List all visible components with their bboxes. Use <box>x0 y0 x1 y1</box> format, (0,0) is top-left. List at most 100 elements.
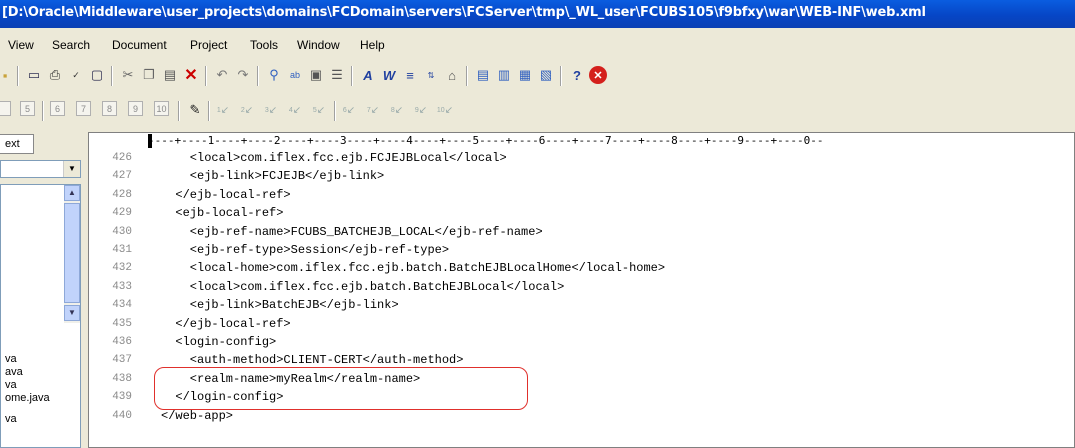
cut-icon[interactable]: ✂ <box>119 66 137 84</box>
number-button-7[interactable]: 7 <box>76 101 91 116</box>
number-button-9[interactable]: 9 <box>128 101 143 116</box>
line-number: 432 <box>112 262 132 275</box>
number-button-10[interactable]: 10 <box>154 101 169 116</box>
line-number: 440 <box>112 409 132 422</box>
code-line[interactable]: <auth-method>CLIENT-CERT</auth-method> <box>161 353 464 367</box>
main-toolbar: ▪ ▭ ⎙ ✓ ▢ ✂ ❐ ▤ ✕ ↶ ↷ ⚲ ab ▣ ☰ A W ≡ ⇅ ⌂… <box>0 60 1075 92</box>
spellcheck-icon[interactable]: ✓ <box>67 66 85 84</box>
close-icon[interactable]: ✕ <box>589 66 607 84</box>
column-ruler: ----+----1----+----2----+----3----+----4… <box>148 134 824 147</box>
marker-button-1[interactable]: 1 ↙ <box>214 101 232 119</box>
number-button[interactable] <box>0 101 11 116</box>
view2-icon[interactable]: ▥ <box>495 66 513 84</box>
print-preview-icon[interactable]: ▭ <box>25 66 43 84</box>
file-list[interactable]: ▲ ▼ va ava va ome.java va <box>0 184 81 448</box>
font-icon[interactable]: A <box>359 66 377 84</box>
marker-tool-icon[interactable]: ✎ <box>186 101 204 119</box>
menu-view[interactable]: View <box>8 38 34 52</box>
view4-icon[interactable]: ▧ <box>537 66 555 84</box>
menu-help[interactable]: Help <box>360 38 385 52</box>
code-line[interactable]: <ejb-link>BatchEJB</ejb-link> <box>161 298 399 312</box>
scroll-down-icon[interactable]: ▼ <box>64 305 80 321</box>
line-number: 433 <box>112 280 132 293</box>
marker-label: 5 <box>312 106 317 114</box>
marker-label: 10 <box>436 106 445 114</box>
menu-window[interactable]: Window <box>297 38 340 52</box>
scrollbar[interactable]: ▲ ▼ <box>64 185 80 323</box>
indent-icon[interactable]: ☰ <box>328 66 346 84</box>
chevron-down-icon[interactable]: ▼ <box>63 161 80 177</box>
line-number: 435 <box>112 317 132 330</box>
marker-label: 9 <box>414 106 419 114</box>
properties-icon[interactable]: ⌂ <box>443 66 461 84</box>
number-button-8[interactable]: 8 <box>102 101 117 116</box>
code-line[interactable]: </ejb-local-ref> <box>161 188 290 202</box>
menu-document[interactable]: Document <box>112 38 167 52</box>
menu-bar: View Search Document Project Tools Windo… <box>0 28 1075 60</box>
marker-button-2[interactable]: 2 ↙ <box>238 101 256 119</box>
marker-button-3[interactable]: 3 ↙ <box>262 101 280 119</box>
paste-icon[interactable]: ▤ <box>161 66 179 84</box>
list-item[interactable]: va <box>5 413 17 425</box>
marker-button-6[interactable]: 6 ↙ <box>340 101 358 119</box>
menu-tools[interactable]: Tools <box>250 38 278 52</box>
list-item[interactable]: ome.java <box>5 392 50 404</box>
ruler-cursor <box>148 134 152 148</box>
number-button-6[interactable]: 6 <box>50 101 65 116</box>
undo-icon[interactable]: ↶ <box>213 66 231 84</box>
menu-project[interactable]: Project <box>190 38 227 52</box>
file-browser-panel: ext ▼ ▲ ▼ va ava va ome.java va <box>0 132 84 448</box>
copy-icon[interactable]: ❐ <box>140 66 158 84</box>
code-line[interactable]: <local>com.iflex.fcc.ejb.FCJEJBLocal</lo… <box>161 151 507 165</box>
folder-icon[interactable]: ▪ <box>0 66 14 84</box>
marker-button-8[interactable]: 8 ↙ <box>388 101 406 119</box>
marker-button-9[interactable]: 9 ↙ <box>412 101 430 119</box>
code-line[interactable]: <local-home>com.iflex.fcc.ejb.batch.Batc… <box>161 261 665 275</box>
sort-icon[interactable]: ⇅ <box>422 66 440 84</box>
goto-icon[interactable]: ▣ <box>307 66 325 84</box>
marker-button-4[interactable]: 4 ↙ <box>286 101 304 119</box>
redo-icon[interactable]: ↷ <box>234 66 252 84</box>
find-icon[interactable]: ⚲ <box>265 66 283 84</box>
marker-button-5[interactable]: 5 ↙ <box>310 101 328 119</box>
marker-label: 8 <box>390 106 395 114</box>
menu-search[interactable]: Search <box>52 38 90 52</box>
code-line[interactable]: <ejb-local-ref> <box>161 206 283 220</box>
delete-icon[interactable]: ✕ <box>182 66 200 84</box>
line-number: 427 <box>112 170 132 183</box>
secondary-toolbar: 5 6 7 8 9 10 ✎ 1 ↙ 2 ↙ 3 ↙ 4 ↙ 5 ↙ 6 ↙ 7 ↙ 8 ↙ 9… <box>0 92 1075 132</box>
marker-button-10[interactable]: 10 ↙ <box>436 101 454 119</box>
bold-font-icon[interactable]: W <box>380 66 398 84</box>
print-icon[interactable]: ⎙ <box>46 66 64 84</box>
help-icon[interactable]: ? <box>568 66 586 84</box>
code-line[interactable]: </ejb-local-ref> <box>161 317 290 331</box>
list-item[interactable]: ava <box>5 366 23 378</box>
marker-button-7[interactable]: 7 ↙ <box>364 101 382 119</box>
line-number: 437 <box>112 354 132 367</box>
code-line[interactable]: </web-app> <box>161 409 233 423</box>
scroll-up-icon[interactable]: ▲ <box>64 185 80 201</box>
code-line[interactable]: <login-config> <box>161 335 276 349</box>
view1-icon[interactable]: ▤ <box>474 66 492 84</box>
wrap-icon[interactable]: ≡ <box>401 66 419 84</box>
marker-label: 6 <box>342 106 347 114</box>
filter-dropdown[interactable]: ▼ <box>0 160 81 178</box>
scroll-thumb[interactable] <box>64 203 80 303</box>
replace-icon[interactable]: ab <box>286 66 304 84</box>
list-item[interactable]: va <box>5 379 17 391</box>
code-line[interactable]: <ejb-ref-name>FCUBS_BATCHEJB_LOCAL</ejb-… <box>161 225 543 239</box>
marker-label: 2 <box>240 106 245 114</box>
line-number: 429 <box>112 207 132 220</box>
line-number: 438 <box>112 372 132 385</box>
code-line[interactable]: <ejb-link>FCJEJB</ejb-link> <box>161 169 384 183</box>
tab-text[interactable]: ext <box>0 134 34 154</box>
title-bar[interactable]: [D:\Oracle\Middleware\user_projects\doma… <box>0 0 1075 28</box>
line-number: 430 <box>112 225 132 238</box>
list-item[interactable]: va <box>5 353 17 365</box>
number-button-5[interactable]: 5 <box>20 101 35 116</box>
page-icon[interactable]: ▢ <box>88 66 106 84</box>
view3-icon[interactable]: ▦ <box>516 66 534 84</box>
code-line[interactable]: <ejb-ref-type>Session</ejb-ref-type> <box>161 243 449 257</box>
code-line[interactable]: <local>com.iflex.fcc.ejb.batch.BatchEJBL… <box>161 280 564 294</box>
line-number: 439 <box>112 391 132 404</box>
